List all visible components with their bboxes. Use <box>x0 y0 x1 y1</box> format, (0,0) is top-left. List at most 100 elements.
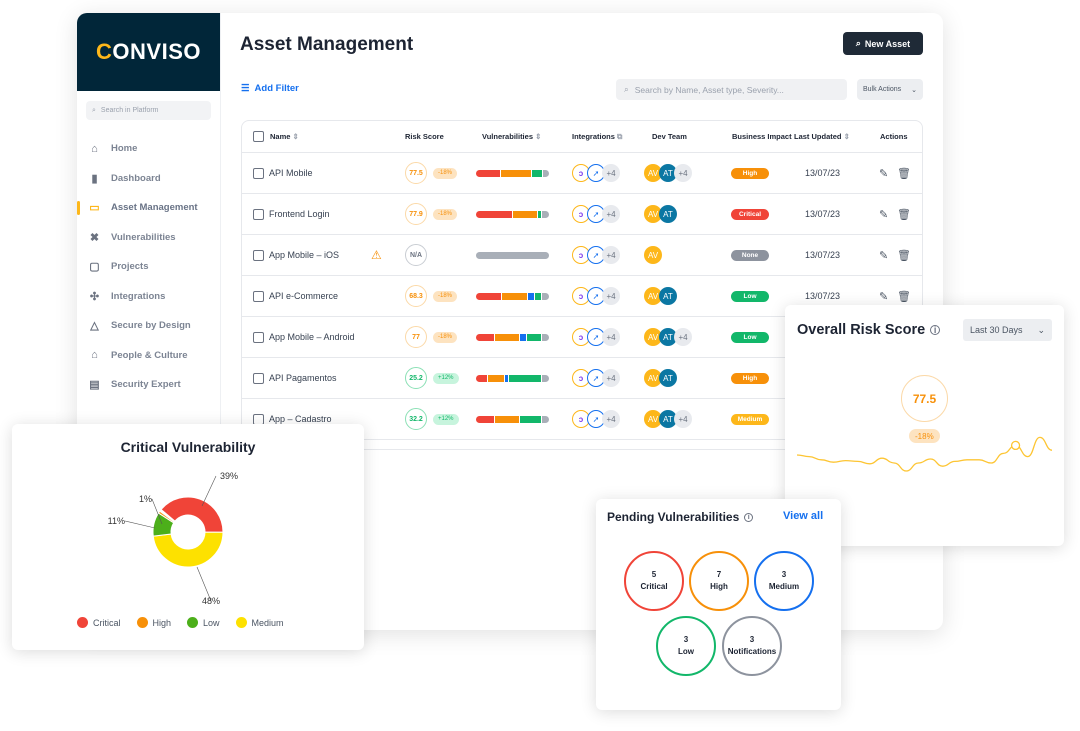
integrations[interactable]: ↄ ➚ +4 <box>572 246 620 264</box>
sidebar-item-security-expert[interactable]: ▤ Security Expert <box>77 370 220 400</box>
sidebar-item-asset-management[interactable]: ▭ Asset Management <box>77 193 220 223</box>
dev-team[interactable]: AV <box>644 246 662 264</box>
new-asset-button[interactable]: ⌕ New Asset <box>843 32 923 55</box>
pending-low[interactable]: 3 Low <box>656 616 716 676</box>
risk-score: N/A <box>405 244 427 266</box>
sort-icon: ⇕ <box>535 132 542 141</box>
pending-notifications[interactable]: 3 Notifications <box>722 616 782 676</box>
asset-name[interactable]: Frontend Login <box>269 209 330 219</box>
warning-icon: △ <box>90 320 99 333</box>
vulnerability-segment <box>541 292 549 300</box>
search-icon: ⌕ <box>624 84 629 94</box>
table-row[interactable]: App Mobile – iOS ⚠ N/A ↄ ➚ +4 AV None 13/0… <box>242 235 922 276</box>
add-filter-button[interactable]: ☰ Add Filter <box>241 83 299 94</box>
risk-score: 77.5 <box>405 162 427 184</box>
avatar: AT <box>659 205 677 223</box>
asset-name[interactable]: App – Cadastro <box>269 414 332 424</box>
sidebar-item-vulnerabilities[interactable]: ✖ Vulnerabilities <box>77 223 220 253</box>
table-row[interactable]: API Mobile 77.5 -18% ↄ ➚ +4 AV AT +4 High 13… <box>242 153 922 194</box>
business-impact-badge: Critical <box>731 208 769 220</box>
dev-team[interactable]: AV AT <box>644 287 677 305</box>
last-updated: 13/07/23 <box>805 291 841 301</box>
select-all-checkbox[interactable] <box>253 131 264 142</box>
legend-swatch <box>136 617 148 628</box>
risk-change-badge: -18% <box>433 331 458 343</box>
risk-score: 77 <box>405 326 427 348</box>
pending-critical[interactable]: 5 Critical <box>624 551 684 611</box>
trend-point-marker[interactable] <box>1010 440 1021 451</box>
row-checkbox[interactable] <box>253 413 264 425</box>
info-icon[interactable]: i <box>744 512 754 522</box>
integrations[interactable]: ↄ ➚ +4 <box>572 205 620 223</box>
integrations[interactable]: ↄ ➚ +4 <box>572 328 620 346</box>
sidebar-item-home[interactable]: ⌂ Home <box>77 134 220 164</box>
column-header[interactable]: Business Impact <box>732 132 792 141</box>
row-checkbox[interactable] <box>253 372 264 384</box>
integrations[interactable]: ↄ ➚ +4 <box>572 164 620 182</box>
asset-name[interactable]: API e-Commerce <box>269 291 338 301</box>
more-integrations: +4 <box>602 287 620 305</box>
sidebar-item-secure-by-design[interactable]: △ Secure by Design <box>77 311 220 341</box>
conviso-logo[interactable]: C ONVISO <box>77 13 220 91</box>
delete-icon[interactable]: 🗑 <box>897 167 911 180</box>
column-header[interactable]: Actions <box>880 132 908 141</box>
bulk-actions-dropdown[interactable]: Bulk Actions ⌄ <box>857 79 923 100</box>
asset-name[interactable]: App Mobile – iOS <box>269 250 339 260</box>
vulnerability-segment <box>476 292 502 300</box>
vulnerability-segment <box>541 374 549 382</box>
integrations[interactable]: ↄ ➚ +4 <box>572 369 620 387</box>
column-header[interactable]: Dev Team <box>652 132 687 141</box>
row-checkbox[interactable] <box>253 331 264 343</box>
platform-search-input[interactable]: ⌕ Search in Platform <box>86 101 211 120</box>
delete-icon[interactable]: 🗑 <box>897 290 911 303</box>
business-impact-badge: None <box>731 249 769 261</box>
sidebar-item-integrations[interactable]: ✣ Integrations <box>77 282 220 312</box>
dev-team[interactable]: AV AT +4 <box>644 328 692 346</box>
asset-name[interactable]: API Pagamentos <box>269 373 337 383</box>
slice-label: 48% <box>202 596 220 606</box>
sort-icon: ⇕ <box>843 132 850 141</box>
pending-medium[interactable]: 3 Medium <box>754 551 814 611</box>
row-checkbox[interactable] <box>253 208 264 220</box>
row-checkbox[interactable] <box>253 167 264 179</box>
asset-name[interactable]: App Mobile – Android <box>269 332 355 342</box>
asset-name[interactable]: API Mobile <box>269 168 313 178</box>
column-header[interactable]: Vulnerabilities ⇕ <box>482 132 541 141</box>
column-header[interactable]: Last Updated ⇕ <box>794 132 850 141</box>
chat-icon: ▤ <box>89 379 100 392</box>
dev-team[interactable]: AV AT <box>644 369 677 387</box>
edit-icon[interactable]: ✎ <box>879 249 888 262</box>
column-header[interactable]: Risk Score <box>405 132 444 141</box>
table-row[interactable]: Frontend Login 77.9 -18% ↄ ➚ +4 AV AT Criti… <box>242 194 922 235</box>
column-header[interactable]: Name ⇕ <box>270 132 299 141</box>
integrations[interactable]: ↄ ➚ +4 <box>572 410 620 428</box>
pending-high[interactable]: 7 High <box>689 551 749 611</box>
row-checkbox[interactable] <box>253 249 264 261</box>
vulnerability-segment <box>494 415 520 423</box>
dev-team[interactable]: AV AT <box>644 205 677 223</box>
sidebar-item-dashboard[interactable]: ▮ Dashboard <box>77 164 220 194</box>
business-impact-badge: High <box>731 167 769 179</box>
sidebar-item-people-culture[interactable]: ⌂ People & Culture <box>77 341 220 371</box>
column-header[interactable]: Integrations ⧉ <box>572 132 622 142</box>
dev-team[interactable]: AV AT +4 <box>644 164 692 182</box>
delete-icon[interactable]: 🗑 <box>897 208 911 221</box>
business-impact-badge: Medium <box>731 413 769 425</box>
vulnerability-segment <box>513 210 537 218</box>
dev-team[interactable]: AV AT +4 <box>644 410 692 428</box>
row-checkbox[interactable] <box>253 290 264 302</box>
view-all-link[interactable]: View all <box>783 510 823 522</box>
table-header: Name ⇕ Risk Score Vulnerabilities ⇕ Integra… <box>242 121 922 153</box>
integrations[interactable]: ↄ ➚ +4 <box>572 287 620 305</box>
chevron-down-icon: ⌄ <box>911 86 917 94</box>
delete-icon[interactable]: 🗑 <box>897 249 911 262</box>
pending-vulnerabilities-card: Pending Vulnerabilities i View all 5 Criti… <box>596 499 841 710</box>
vulnerability-segment <box>476 210 513 218</box>
edit-icon[interactable]: ✎ <box>879 167 888 180</box>
vulnerability-segment <box>476 333 494 341</box>
edit-icon[interactable]: ✎ <box>879 290 888 303</box>
edit-icon[interactable]: ✎ <box>879 208 888 221</box>
asset-search-input[interactable]: ⌕ Search by Name, Asset type, Severity... <box>616 79 847 100</box>
sidebar-item-projects[interactable]: ▢ Projects <box>77 252 220 282</box>
external-link-icon: ⧉ <box>617 131 623 141</box>
